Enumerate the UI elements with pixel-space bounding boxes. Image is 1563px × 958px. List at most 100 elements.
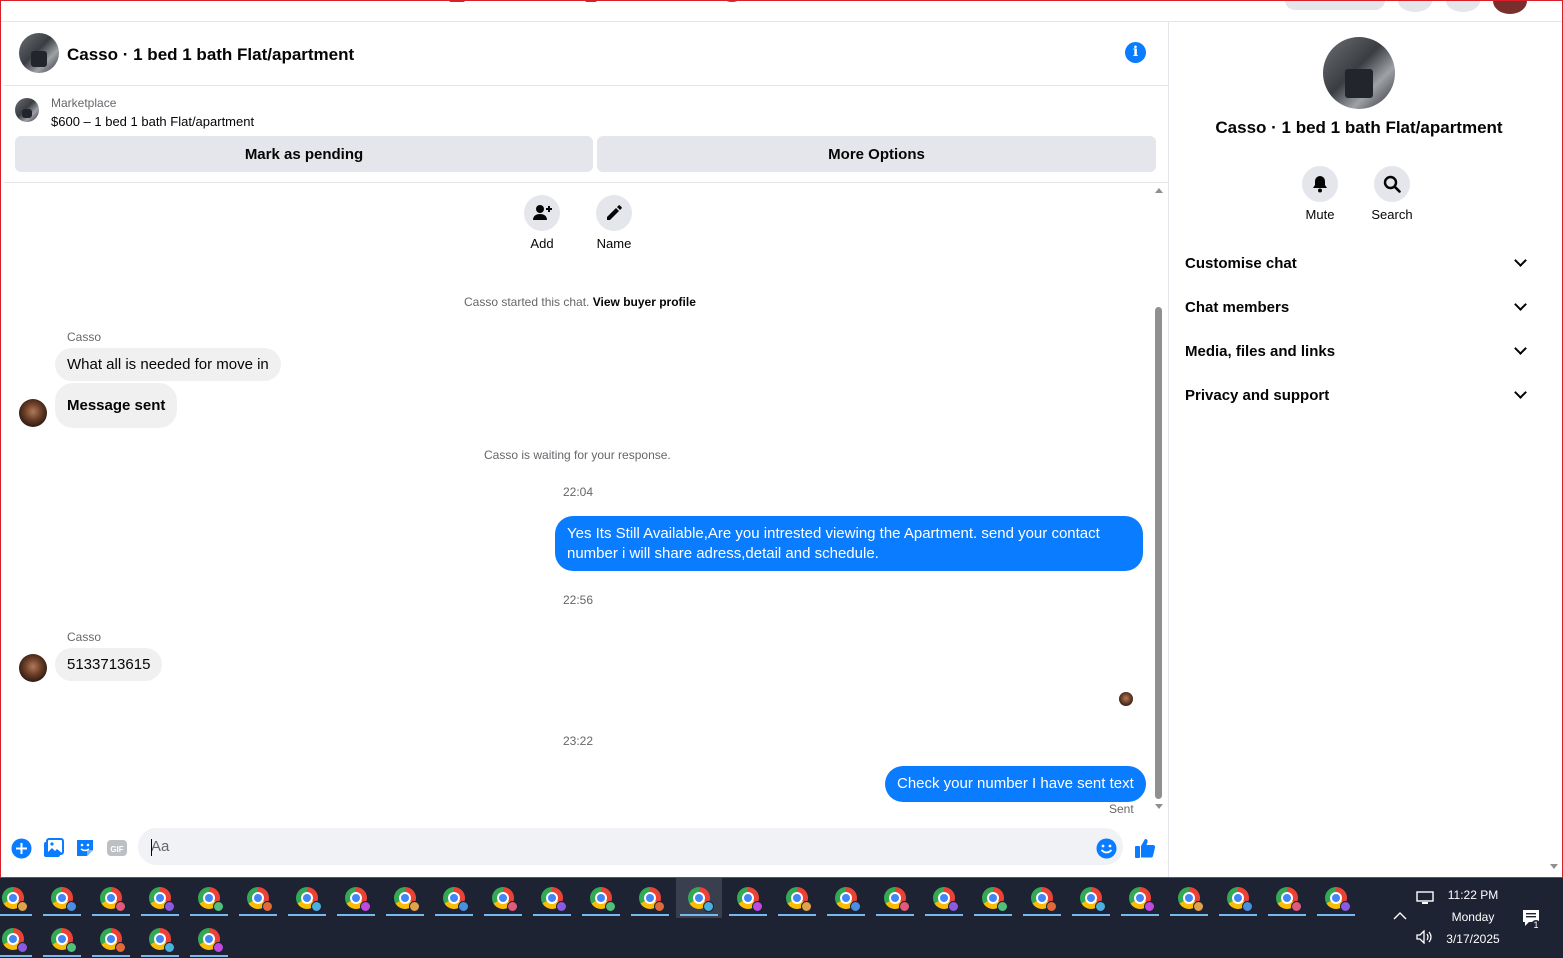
chat-panel: Casso · 1 bed 1 bath Flat/apartment i Ma… [4,22,1168,878]
listing-small-thumbnail [15,98,39,122]
incoming-message[interactable]: Message sent [55,383,178,428]
view-buyer-profile-link[interactable]: View buyer profile [593,295,696,309]
timestamp: 22:56 [563,593,594,607]
chat-members-section[interactable]: Chat members [1185,285,1533,329]
chrome-window-button[interactable] [1215,878,1261,918]
chrome-window-button[interactable] [725,878,771,918]
chrome-window-button[interactable] [578,878,624,918]
chevron-down-icon [1514,254,1527,267]
profile-badge-icon [213,901,224,912]
listing-thumbnail[interactable] [19,33,59,73]
outgoing-message[interactable]: Yes Its Still Available,Are you intreste… [555,516,1143,571]
mark-pending-button[interactable]: Mark as pending [15,136,593,172]
clock-day[interactable]: Monday [1445,910,1501,924]
casso-avatar[interactable] [19,399,47,427]
gif-button[interactable]: GIF [106,837,128,859]
chrome-window-button[interactable] [88,919,134,958]
store-icon[interactable] [585,0,597,2]
chrome-window-button[interactable] [137,919,183,958]
search-button[interactable] [1374,166,1410,202]
chrome-window-button[interactable] [0,919,36,958]
message-sender: Casso [67,330,102,344]
chrome-window-button[interactable] [1313,878,1359,918]
emoji-button[interactable] [1095,837,1117,859]
privacy-support-section[interactable]: Privacy and support [1185,373,1533,417]
casso-avatar[interactable] [19,654,47,682]
chrome-window-button[interactable] [39,878,85,918]
outgoing-message[interactable]: Check your number I have sent text [885,766,1146,802]
network-icon[interactable] [1416,891,1434,905]
chat-scrollbar-thumb[interactable] [1155,307,1162,799]
chevron-up-icon[interactable] [1393,911,1407,921]
running-indicator [1121,914,1159,916]
menu-icon[interactable] [1398,0,1432,12]
chrome-window-button[interactable] [970,878,1016,918]
like-button[interactable] [1134,837,1156,859]
mute-button[interactable] [1302,166,1338,202]
chrome-window-button[interactable] [431,878,477,918]
clock-date[interactable]: 3/17/2025 [1440,932,1506,946]
chrome-window-button[interactable] [382,878,428,918]
sticker-button[interactable] [74,837,96,859]
chrome-window-button[interactable] [333,878,379,918]
account-avatar[interactable] [1493,0,1527,14]
profile-badge-icon [703,901,714,912]
running-indicator [1170,914,1208,916]
incoming-message[interactable]: What all is needed for move in [55,348,281,381]
profile-badge-icon [115,942,126,953]
volume-icon[interactable] [1416,930,1434,944]
chrome-window-button[interactable] [1117,878,1163,918]
running-indicator [43,914,81,916]
chat-info-panel: Casso · 1 bed 1 bath Flat/apartment Mute… [1169,22,1549,878]
clock-time[interactable]: 11:22 PM [1445,888,1501,902]
message-input[interactable] [138,828,1123,865]
profile-badge-icon [164,901,175,912]
more-actions-button[interactable] [10,837,32,859]
chrome-window-button[interactable] [676,878,722,918]
chrome-window-button[interactable] [1264,878,1310,918]
chrome-window-button[interactable] [480,878,526,918]
more-options-button[interactable]: More Options [597,136,1156,172]
chrome-window-button[interactable] [529,878,575,918]
chrome-window-button[interactable] [823,878,869,918]
chrome-window-button[interactable] [1166,878,1212,918]
chrome-window-button[interactable] [186,919,232,958]
info-icon[interactable]: i [1125,42,1146,63]
scroll-up-arrow[interactable] [1155,188,1163,193]
marketplace-icon[interactable] [449,0,465,2]
top-pill-button[interactable] [1285,0,1385,10]
chrome-window-button[interactable] [774,878,820,918]
chrome-window-button[interactable] [137,878,183,918]
chrome-window-button[interactable] [88,878,134,918]
incoming-message[interactable]: 5133713615 [55,648,163,681]
chrome-window-button[interactable] [872,878,918,918]
chrome-window-button[interactable] [284,878,330,918]
profile-badge-icon [1291,901,1302,912]
sticker-icon [77,840,93,856]
name-chat-button[interactable] [596,195,632,231]
chrome-window-button[interactable] [235,878,281,918]
read-receipt-avatar [1119,692,1133,706]
panel-scroll-down-arrow[interactable] [1550,864,1558,869]
notifications-icon[interactable] [1446,0,1480,12]
media-files-links-section[interactable]: Media, files and links [1185,329,1533,373]
chrome-window-button[interactable] [921,878,967,918]
chrome-window-button[interactable] [39,919,85,958]
top-strip [0,0,1563,22]
profile-badge-icon [507,901,518,912]
marketplace-row[interactable]: Marketplace $600 – 1 bed 1 bath Flat/apa… [4,87,1168,135]
listing-photo[interactable] [1323,37,1395,109]
chrome-window-button[interactable] [627,878,673,918]
attach-photo-button[interactable] [42,837,64,859]
chrome-window-button[interactable] [186,878,232,918]
scroll-down-arrow[interactable] [1155,804,1163,809]
clock-icon[interactable] [724,0,740,2]
add-people-button[interactable] [524,195,560,231]
chrome-window-button[interactable] [1019,878,1065,918]
chrome-window-button[interactable] [1068,878,1114,918]
profile-badge-icon [605,901,616,912]
customise-chat-section[interactable]: Customise chat [1185,241,1533,285]
chrome-window-button[interactable] [0,878,36,918]
chat-title[interactable]: Casso · 1 bed 1 bath Flat/apartment [67,45,354,65]
profile-badge-icon [752,901,763,912]
